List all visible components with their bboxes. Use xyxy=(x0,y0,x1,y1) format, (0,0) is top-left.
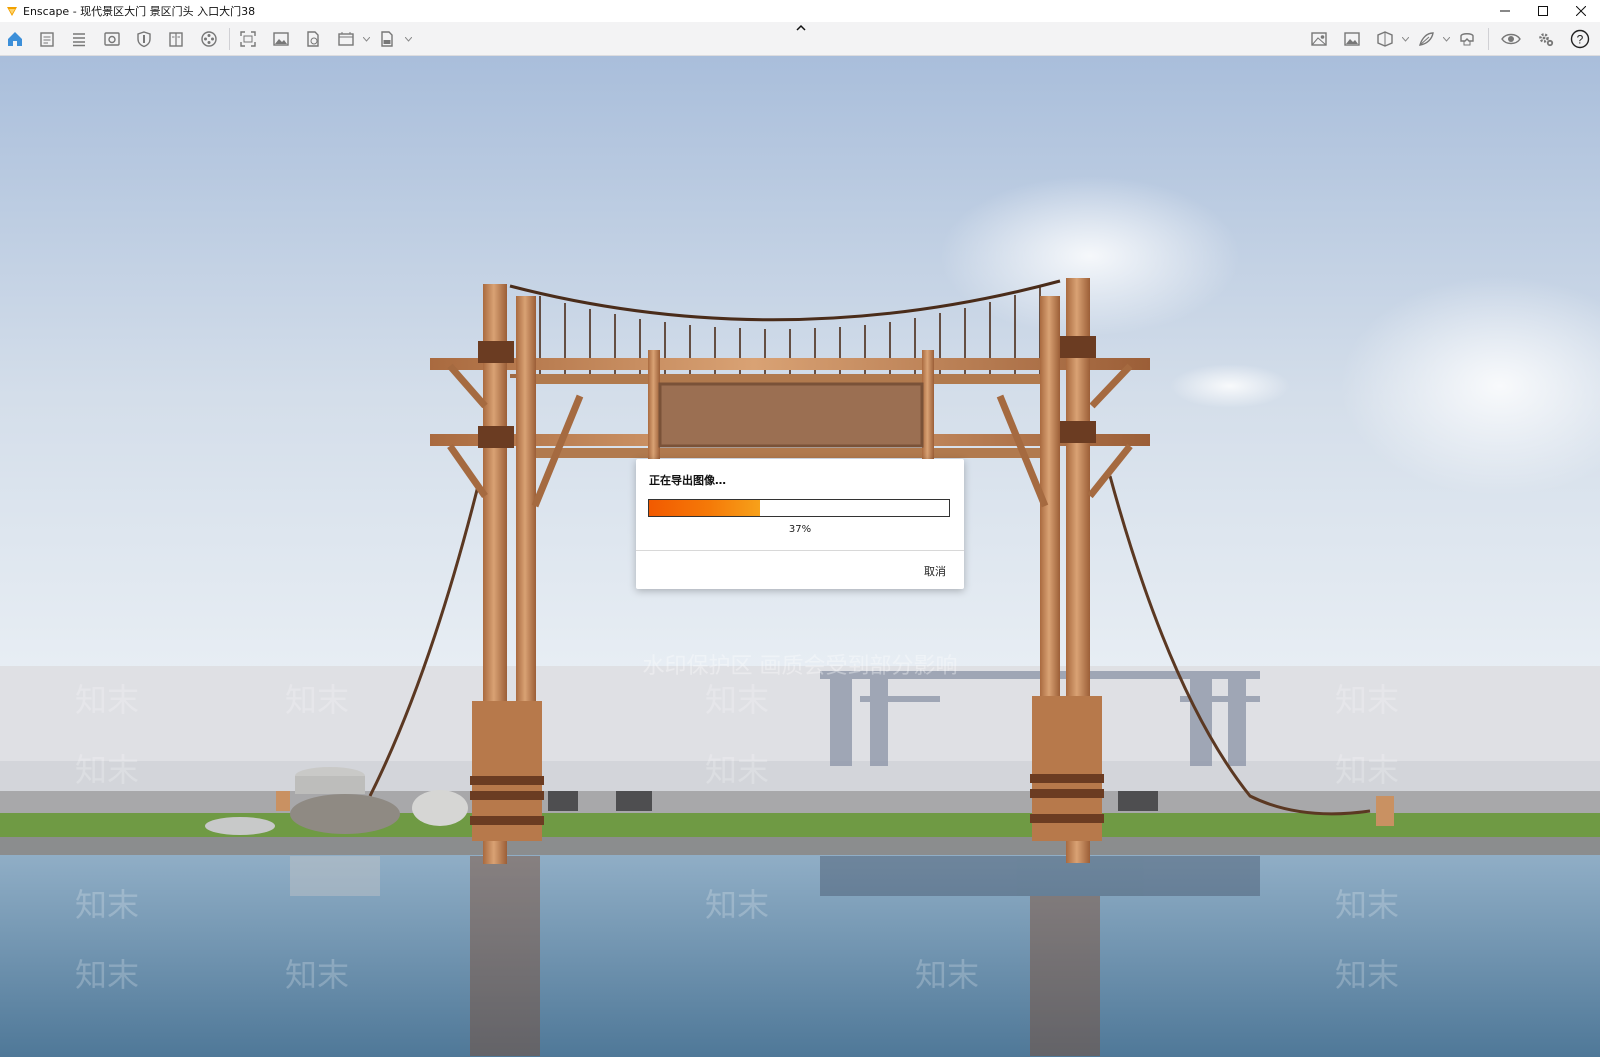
feather-dropdown-icon[interactable] xyxy=(1442,35,1450,43)
screenshot-icon[interactable] xyxy=(238,29,258,49)
panorama-dropdown-icon[interactable] xyxy=(362,35,370,43)
watermark-tile: 知末 xyxy=(1335,956,1399,994)
window-title: Enscape - 现代景区大门 景区门头 入口大门38 xyxy=(23,5,256,18)
minimize-icon[interactable] xyxy=(1486,0,1524,22)
map-icon[interactable] xyxy=(1309,29,1329,49)
film-reel-icon[interactable] xyxy=(199,29,219,49)
watermark-tile: 知末 xyxy=(75,681,139,719)
pavement xyxy=(0,791,1600,813)
panorama-icon[interactable] xyxy=(336,29,356,49)
watermark-tile: 知末 xyxy=(75,956,139,994)
sign-board xyxy=(658,382,924,448)
sign-post xyxy=(922,350,934,460)
dialog-divider xyxy=(636,550,964,551)
svg-text:?: ? xyxy=(1577,33,1584,47)
watermark-tile: 知末 xyxy=(1335,681,1399,719)
help-icon[interactable]: ? xyxy=(1570,29,1590,49)
watermark-tile: 知末 xyxy=(75,751,139,789)
toolbar-separator xyxy=(1488,28,1489,50)
enscape-logo-icon xyxy=(5,4,19,18)
cube-dropdown-icon[interactable] xyxy=(1401,35,1409,43)
export-progress-dialog: 正在导出图像… 37% 取消 xyxy=(636,459,964,589)
millstone xyxy=(295,776,365,794)
dialog-title: 正在导出图像… xyxy=(649,474,726,487)
maximize-icon[interactable] xyxy=(1524,0,1562,22)
cloud xyxy=(1170,364,1290,408)
cube-icon[interactable] xyxy=(1375,29,1395,49)
render-viewport[interactable]: 水印保护区 画质会受到部分影响 知末 知末 知末 知末 知末 知末 知末 知末 … xyxy=(0,56,1600,1057)
watermark-tile: 知末 xyxy=(285,956,349,994)
vr-headset-icon[interactable] xyxy=(1457,29,1477,49)
title-bar: Enscape - 现代景区大门 景区门头 入口大门38 xyxy=(0,0,1600,22)
notes-icon[interactable] xyxy=(37,29,57,49)
progress-percent: 37% xyxy=(788,524,812,535)
settings-icon[interactable] xyxy=(1536,29,1556,49)
eye-icon[interactable] xyxy=(1501,29,1521,49)
file-icon[interactable] xyxy=(303,29,323,49)
watermark-tile: 知末 xyxy=(705,681,769,719)
close-icon[interactable] xyxy=(1562,0,1600,22)
bollard xyxy=(276,791,290,811)
view-icon[interactable] xyxy=(102,29,122,49)
curb-gap xyxy=(548,791,578,811)
image-icon[interactable] xyxy=(271,29,291,49)
list-icon[interactable] xyxy=(69,29,89,49)
home-icon[interactable] xyxy=(5,29,25,49)
feather-icon[interactable] xyxy=(1416,29,1436,49)
watermark-tile: 知末 xyxy=(1335,751,1399,789)
watermark-line: 水印保护区 画质会受到部分影响 xyxy=(643,654,958,679)
curb-gap xyxy=(1118,791,1158,811)
watermark-tile: 知末 xyxy=(915,956,979,994)
watermark-tile: 知末 xyxy=(1335,886,1399,924)
curb-gap xyxy=(616,791,652,811)
progress-bar xyxy=(648,499,950,517)
export-dropdown-icon[interactable] xyxy=(404,35,412,43)
millstone xyxy=(412,790,468,826)
rock xyxy=(290,794,400,834)
book-icon[interactable] xyxy=(166,29,186,49)
watermark-tile: 知末 xyxy=(75,886,139,924)
shield-icon[interactable] xyxy=(134,29,154,49)
beam xyxy=(520,448,1060,458)
millstone xyxy=(205,817,275,835)
toolbar-separator xyxy=(229,28,230,50)
exe-export-icon[interactable] xyxy=(377,29,397,49)
progress-fill xyxy=(649,500,760,516)
water-edge xyxy=(0,837,1600,855)
watermark-tile: 知末 xyxy=(705,751,769,789)
bollard xyxy=(1376,796,1394,826)
watermark-tile: 知末 xyxy=(705,886,769,924)
chevron-up-icon[interactable] xyxy=(794,22,808,32)
watermark-tile: 知末 xyxy=(285,681,349,719)
sign-post xyxy=(648,350,660,460)
cancel-button[interactable]: 取消 xyxy=(924,563,946,579)
gallery-icon[interactable] xyxy=(1342,29,1362,49)
